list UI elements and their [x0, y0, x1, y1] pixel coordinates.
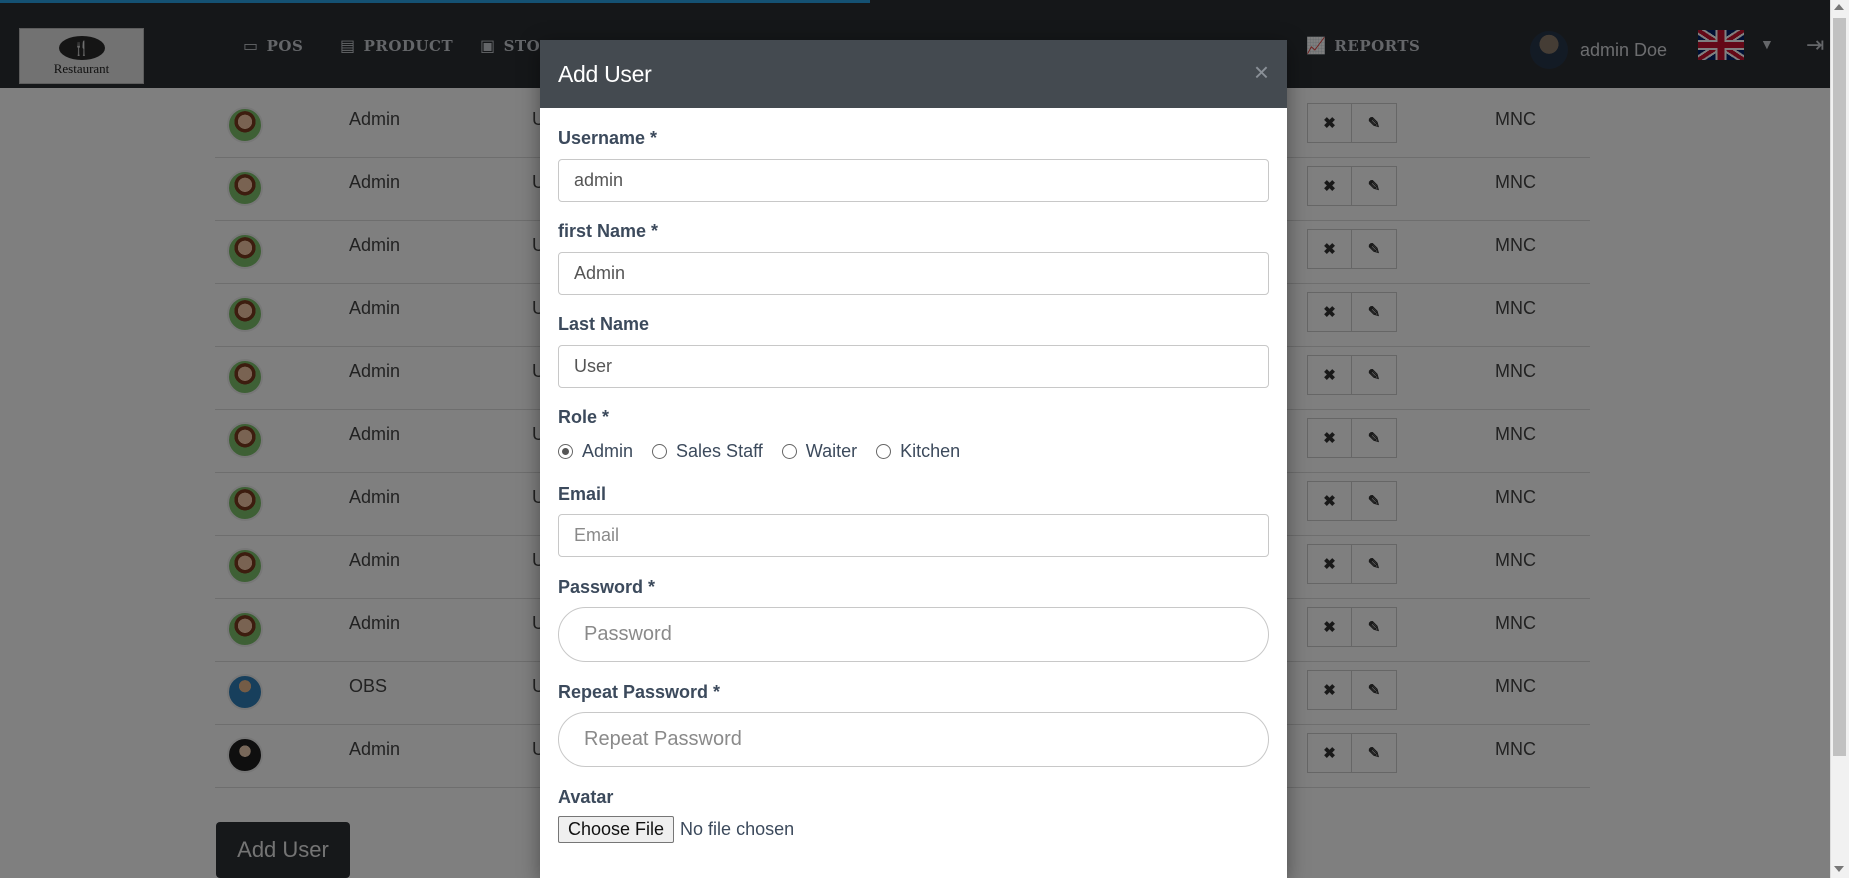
username-label: Username * — [558, 128, 658, 148]
radio-button[interactable] — [558, 444, 573, 459]
file-status-text: No file chosen — [680, 819, 795, 839]
role-option-kitchen[interactable]: Kitchen — [876, 441, 960, 462]
choose-file-button[interactable]: Choose File — [558, 816, 675, 843]
scroll-up-arrow[interactable] — [1834, 4, 1844, 10]
repeat-password-input[interactable] — [558, 712, 1269, 767]
scrollbar-thumb[interactable] — [1833, 18, 1846, 756]
close-icon[interactable]: × — [1254, 58, 1269, 86]
add-user-modal: Add User × Username * first Name * Last … — [540, 40, 1287, 878]
radio-button[interactable] — [876, 444, 892, 459]
role-waiter-label: Waiter — [805, 441, 858, 461]
repeat-password-label: Repeat Password * — [558, 682, 721, 702]
radio-button[interactable] — [652, 444, 668, 459]
role-option-admin[interactable]: Admin — [558, 441, 633, 462]
email-label: Email — [558, 484, 607, 504]
last-name-label: Last Name — [558, 314, 650, 334]
modal-header: Add User × — [540, 40, 1287, 108]
role-option-sales-staff[interactable]: Sales Staff — [652, 441, 763, 462]
email-input[interactable] — [558, 514, 1269, 557]
last-name-input[interactable] — [558, 345, 1269, 388]
scroll-down-arrow[interactable] — [1834, 866, 1844, 872]
modal-title: Add User — [558, 60, 652, 87]
role-sales-staff-label: Sales Staff — [676, 441, 763, 461]
role-label: Role * — [558, 407, 610, 427]
role-admin-label: Admin — [582, 441, 634, 461]
password-input[interactable] — [558, 607, 1269, 662]
first-name-label: first Name * — [558, 221, 659, 241]
radio-button[interactable] — [781, 444, 797, 459]
first-name-input[interactable] — [558, 252, 1269, 295]
role-kitchen-label: Kitchen — [900, 441, 961, 461]
role-radio-group: Admin Sales Staff Waiter Kitchen — [558, 441, 979, 462]
role-option-waiter[interactable]: Waiter — [781, 441, 858, 462]
avatar-label: Avatar — [558, 787, 614, 807]
avatar-file-input[interactable]: Choose File No file chosen — [558, 816, 794, 843]
password-label: Password * — [558, 577, 656, 597]
username-input[interactable] — [558, 159, 1269, 202]
